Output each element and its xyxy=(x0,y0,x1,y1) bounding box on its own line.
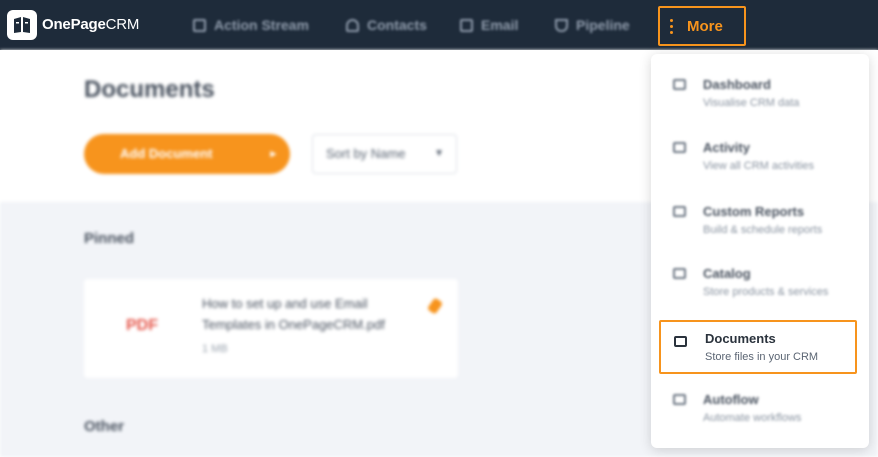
nav-email[interactable]: Email xyxy=(460,15,518,35)
kebab-menu-icon xyxy=(670,18,673,34)
nav-pipeline-label: Pipeline xyxy=(576,17,630,33)
menu-item-custom-reports[interactable]: Custom Reports Build & schedule reports xyxy=(651,181,869,237)
sort-dropdown-value: Sort by Name xyxy=(326,146,406,161)
brand-regular: CRM xyxy=(105,16,140,33)
menu-item-title: Catalog xyxy=(703,266,751,281)
more-button-label: More xyxy=(687,17,723,35)
catalog-icon xyxy=(673,268,686,279)
menu-item-autoflow[interactable]: Autoflow Automate workflows xyxy=(651,369,869,425)
nav-action-stream-label: Action Stream xyxy=(214,17,309,33)
more-dropdown-menu: Dashboard Visualise CRM data Activity Vi… xyxy=(651,54,869,448)
reports-icon xyxy=(673,206,686,217)
action-stream-icon xyxy=(193,18,206,32)
add-document-label: Add Document xyxy=(120,146,213,161)
brand-bold: OnePage xyxy=(42,16,106,33)
nav-contacts-label: Contacts xyxy=(367,17,427,33)
menu-item-catalog[interactable]: Catalog Store products & services xyxy=(651,243,869,299)
pin-icon[interactable] xyxy=(426,297,444,315)
menu-item-subtitle: Visualise CRM data xyxy=(703,97,800,109)
page-title: Documents xyxy=(84,76,215,103)
menu-item-title: Activity xyxy=(703,140,750,155)
document-card[interactable]: PDF How to set up and use Email Template… xyxy=(84,279,458,378)
chevron-right-icon: ▸ xyxy=(270,148,276,160)
contacts-icon xyxy=(346,18,359,32)
autoflow-icon xyxy=(673,394,686,405)
folder-icon xyxy=(674,336,687,347)
nav-contacts[interactable]: Contacts xyxy=(346,15,427,35)
menu-item-documents[interactable]: Documents Store files in your CRM xyxy=(659,320,857,374)
chevron-down-icon: ▼ xyxy=(434,148,444,159)
menu-item-title: Autoflow xyxy=(703,392,759,407)
more-menu-button[interactable]: More xyxy=(658,6,746,46)
nav-email-label: Email xyxy=(481,17,519,33)
menu-item-title: Custom Reports xyxy=(703,204,805,219)
pinned-heading: Pinned xyxy=(84,230,135,247)
activity-icon xyxy=(673,142,686,153)
other-heading: Other xyxy=(84,418,125,435)
menu-item-dashboard[interactable]: Dashboard Visualise CRM data xyxy=(651,54,869,110)
add-document-button[interactable]: Add Document ▸ xyxy=(84,134,290,174)
menu-item-activity[interactable]: Activity View all CRM activities xyxy=(651,117,869,173)
pipeline-icon xyxy=(555,18,568,32)
nav-action-stream[interactable]: Action Stream xyxy=(193,15,309,35)
menu-item-subtitle: Store products & services xyxy=(703,286,829,298)
menu-item-title: Documents xyxy=(705,331,776,346)
menu-item-subtitle: View all CRM activities xyxy=(703,160,815,172)
menu-item-title: Dashboard xyxy=(703,77,771,92)
menu-item-subtitle: Build & schedule reports xyxy=(703,224,823,236)
brand-name[interactable]: OnePageCRM xyxy=(42,16,139,33)
sort-dropdown[interactable]: Sort by Name ▼ xyxy=(312,134,457,174)
email-icon xyxy=(460,18,473,32)
document-size: 1 MB xyxy=(202,343,228,355)
document-name[interactable]: How to set up and use Email Templates in… xyxy=(202,293,412,335)
pdf-file-icon: PDF xyxy=(126,317,158,334)
nav-pipeline[interactable]: Pipeline xyxy=(555,15,630,35)
top-navigation-bar: OnePageCRM Action Stream Contacts Email … xyxy=(0,0,878,50)
menu-item-subtitle: Automate workflows xyxy=(703,412,802,424)
dashboard-icon xyxy=(673,79,686,90)
onepagecrm-logo-icon[interactable] xyxy=(7,10,37,40)
menu-item-subtitle: Store files in your CRM xyxy=(705,351,819,363)
